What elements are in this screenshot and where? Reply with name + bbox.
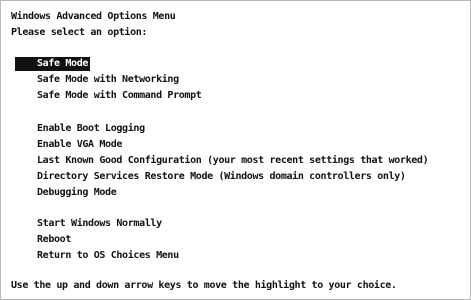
option-directory-services-restore[interactable]: Directory Services Restore Mode (Windows…: [37, 170, 406, 184]
option-return-to-os-choices[interactable]: Return to OS Choices Menu: [37, 249, 179, 263]
menu-title: Windows Advanced Options Menu: [11, 11, 176, 22]
option-start-windows-normally[interactable]: Start Windows Normally: [37, 217, 162, 231]
option-enable-boot-logging[interactable]: Enable Boot Logging: [37, 122, 145, 136]
help-footer: Use the up and down arrow keys to move t…: [11, 280, 397, 291]
option-enable-vga-mode[interactable]: Enable VGA Mode: [37, 138, 122, 152]
option-reboot[interactable]: Reboot: [37, 233, 71, 247]
option-safe-mode-networking[interactable]: Safe Mode with Networking: [37, 73, 179, 87]
menu-prompt: Please select an option:: [11, 27, 148, 38]
option-safe-mode-command-prompt[interactable]: Safe Mode with Command Prompt: [37, 89, 202, 103]
boot-menu-screen: Windows Advanced Options Menu Please sel…: [0, 0, 471, 300]
option-debugging-mode[interactable]: Debugging Mode: [37, 186, 117, 200]
option-safe-mode[interactable]: Safe Mode: [15, 57, 91, 71]
option-last-known-good[interactable]: Last Known Good Configuration (your most…: [37, 154, 429, 168]
